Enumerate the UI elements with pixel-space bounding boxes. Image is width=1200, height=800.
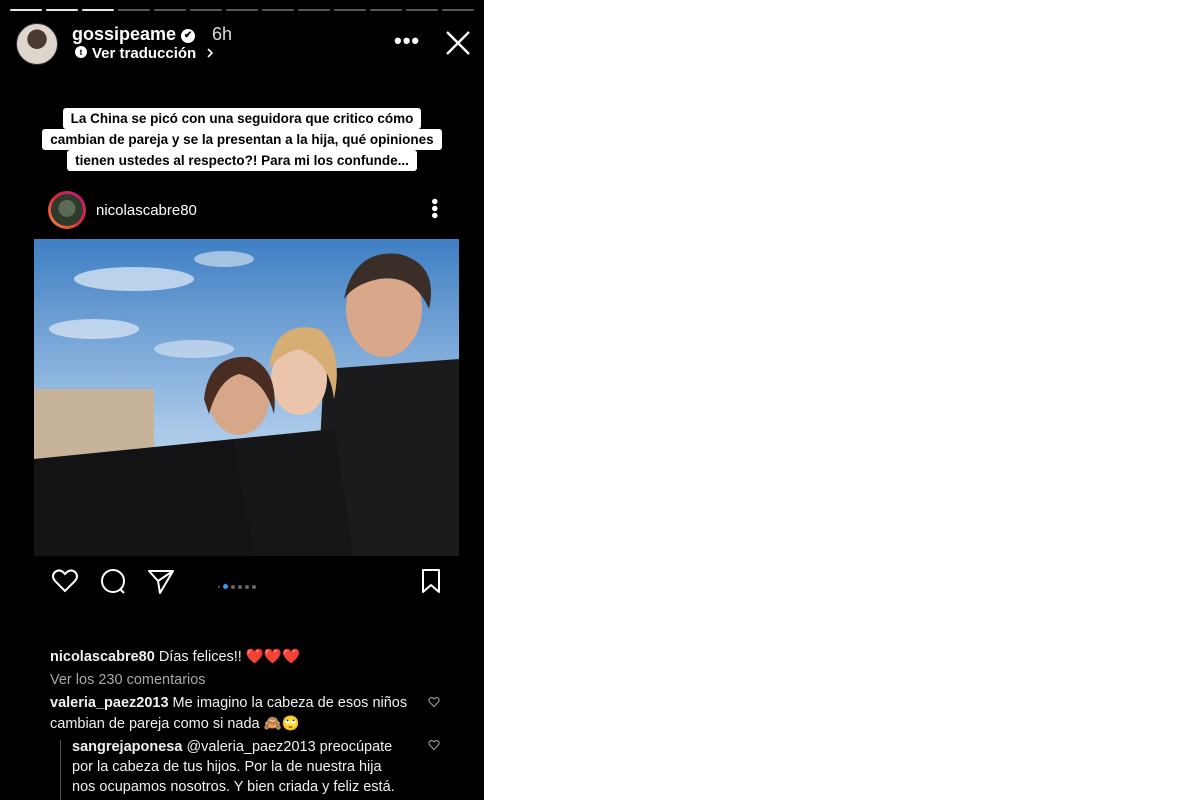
translate-label: Ver traducción — [92, 45, 197, 62]
progress-segment — [46, 9, 78, 11]
progress-segment — [442, 9, 474, 11]
carousel-dot — [245, 584, 249, 589]
post-photo — [34, 239, 459, 556]
progress-segment — [190, 9, 222, 11]
story-caption: La China se picó con una seguidora que c… — [0, 108, 484, 171]
progress-segment — [226, 9, 258, 11]
comment-icon[interactable] — [98, 566, 128, 596]
view-comments-link[interactable]: Ver los 230 comentarios — [50, 672, 206, 688]
comment-1-line-1: valeria_paez2013 Me imagino la cabeza de… — [50, 695, 407, 711]
comment-like-icon[interactable] — [428, 739, 440, 751]
instagram-story: gossipeame ✔ 6h t Ver traducción ••• La C… — [0, 0, 484, 800]
chevron-right-icon — [207, 48, 214, 58]
caption-text: Días felices!! ❤️❤️❤️ — [158, 649, 301, 665]
caption-line: cambian de pareja y se la presentan a la… — [42, 129, 442, 150]
story-username[interactable]: gossipeame ✔ — [72, 24, 196, 45]
like-icon[interactable] — [50, 566, 80, 596]
progress-segment — [262, 9, 294, 11]
close-icon[interactable] — [443, 28, 473, 58]
share-icon[interactable] — [146, 566, 176, 596]
post-caption: nicolascabre80 Días felices!! ❤️❤️❤️ — [50, 648, 300, 665]
comment-username[interactable]: sangrejaponesa — [72, 739, 182, 755]
comment-like-icon[interactable] — [428, 696, 440, 708]
caption-line: tienen ustedes al respecto?! Para mi los… — [67, 150, 417, 171]
comment-2-line-3: nos ocupamos nosotros. Y bien criada y f… — [72, 779, 395, 795]
comment-text: @valeria_paez2013 preocúpate — [186, 739, 393, 755]
more-icon[interactable]: ••• — [394, 28, 420, 54]
verified-icon: ✔ — [181, 29, 196, 43]
comment-1-line-2: cambian de pareja como si nada 🙈🙄 — [50, 716, 300, 732]
progress-segment — [118, 9, 150, 11]
carousel-dot — [252, 584, 256, 589]
story-progress — [10, 9, 474, 11]
progress-segment — [154, 9, 186, 11]
comment-text: Me imagino la cabeza de esos niños — [172, 695, 408, 711]
save-icon[interactable] — [416, 566, 446, 596]
username-text: gossipeame — [72, 24, 177, 44]
caption-line: La China se picó con una seguidora que c… — [62, 108, 422, 129]
carousel-dot — [223, 584, 228, 590]
progress-segment — [334, 9, 366, 11]
progress-segment — [10, 9, 42, 11]
profile-avatar[interactable] — [16, 23, 58, 65]
svg-text:t: t — [80, 48, 83, 57]
progress-segment — [298, 9, 330, 11]
carousel-dot — [238, 584, 242, 589]
post-author-avatar[interactable] — [48, 191, 86, 229]
comment-2-line-2: por la cabeza de tus hijos. Por la de nu… — [72, 759, 382, 775]
carousel-dot — [218, 585, 220, 588]
progress-segment — [370, 9, 402, 11]
comment-2-line-1: sangrejaponesa @valeria_paez2013 preocúp… — [72, 739, 392, 755]
post-username[interactable]: nicolascabre80 — [96, 202, 197, 219]
translate-icon: t — [75, 46, 87, 58]
comment-username[interactable]: valeria_paez2013 — [50, 695, 169, 711]
carousel-dot — [231, 584, 235, 589]
progress-segment — [82, 9, 114, 11]
caption-username[interactable]: nicolascabre80 — [50, 649, 155, 665]
progress-segment — [406, 9, 438, 11]
carousel-indicator — [218, 578, 259, 596]
post-more-icon[interactable]: ••• — [423, 198, 445, 219]
story-time: 6h — [212, 24, 233, 44]
translate-link[interactable]: t Ver traducción — [74, 45, 215, 62]
reply-thread-line — [60, 740, 61, 800]
